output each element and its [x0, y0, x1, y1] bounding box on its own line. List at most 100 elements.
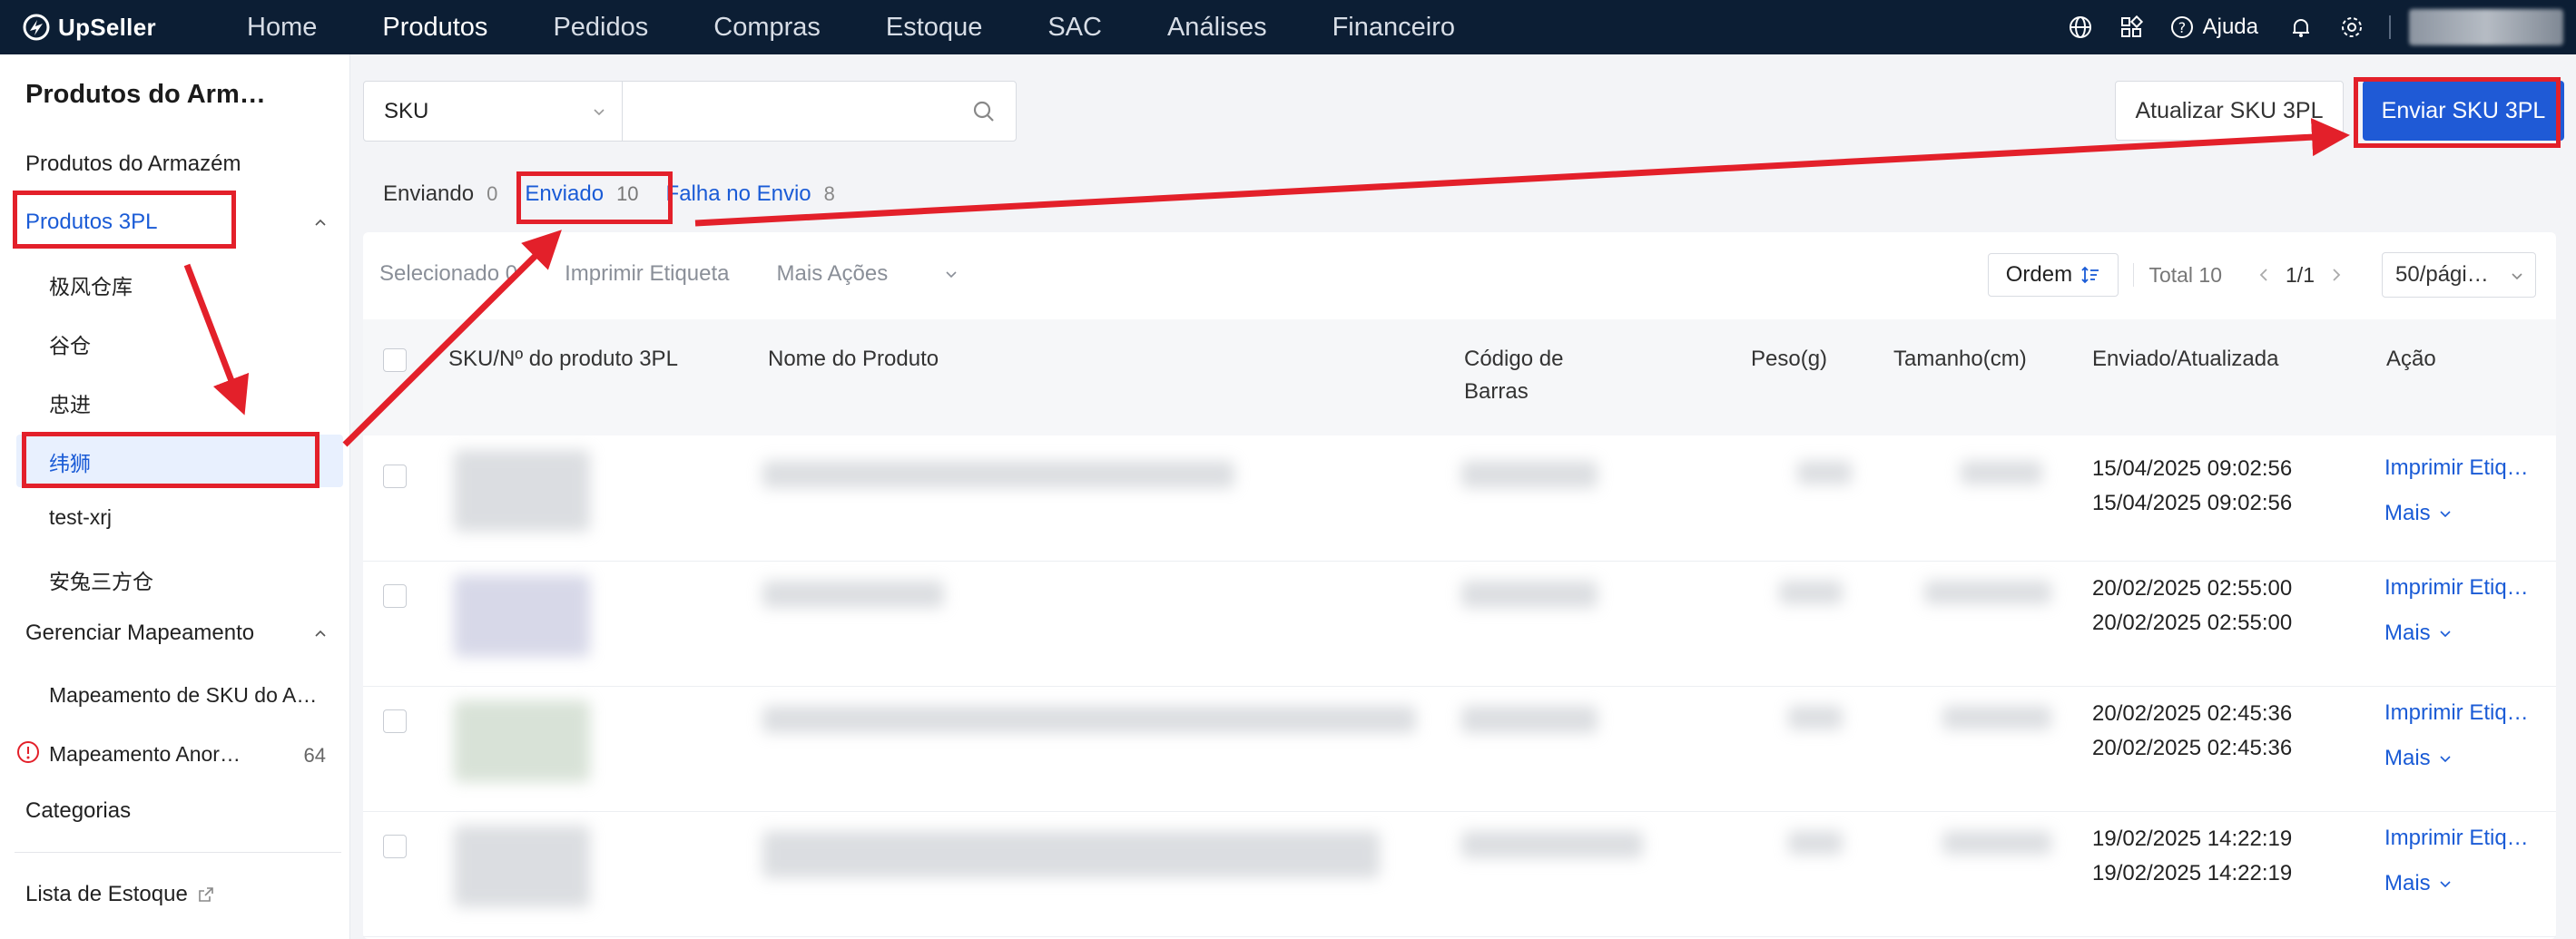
- chevron-up-icon[interactable]: [313, 215, 328, 230]
- barcode-blurred: [1461, 581, 1598, 608]
- select-all-checkbox[interactable]: [383, 348, 407, 372]
- sidebar-item-stock-list[interactable]: Lista de Estoque: [25, 882, 215, 907]
- chevron-down-icon: [2440, 756, 2451, 763]
- sidebar-title: Produtos do Arm…: [25, 80, 266, 109]
- nav-pedidos[interactable]: Pedidos: [553, 13, 648, 43]
- product-image-blurred: [454, 826, 590, 907]
- nav-produtos[interactable]: Produtos: [382, 13, 487, 43]
- sort-icon: [2081, 266, 2099, 284]
- update-sku-3pl-button[interactable]: Atualizar SKU 3PL: [2115, 81, 2344, 141]
- sidebar-subitem-sku-mapping[interactable]: Mapeamento de SKU do A…: [49, 683, 317, 708]
- row-checkbox[interactable]: [383, 465, 407, 488]
- product-image-blurred: [454, 450, 590, 532]
- help-link[interactable]: ? Ajuda: [2168, 14, 2258, 41]
- sidebar-subitem-3pl[interactable]: 谷仓: [49, 328, 91, 359]
- sidebar-subitem-abnormal-mapping[interactable]: Mapeamento Anor…: [49, 742, 241, 767]
- table-row: 19/02/2025 14:22:19 19/02/2025 14:22:19 …: [363, 811, 2556, 937]
- search-bar: SKU: [363, 81, 1017, 142]
- account-avatar[interactable]: [2409, 9, 2563, 45]
- row-checkbox[interactable]: [383, 835, 407, 858]
- barcode-blurred: [1461, 461, 1598, 488]
- row-checkbox[interactable]: [383, 584, 407, 608]
- print-label-link[interactable]: Imprimir Etiq…: [2384, 700, 2529, 726]
- sent-date: 15/04/2025 09:02:56: [2092, 456, 2293, 481]
- next-page-icon[interactable]: [2327, 266, 2345, 284]
- annotation-box-3pl-products: [13, 191, 236, 249]
- bell-icon[interactable]: [2287, 14, 2315, 41]
- brand-name: UpSeller: [58, 13, 156, 41]
- upseller-logo-icon: [23, 14, 50, 41]
- search-type-value: SKU: [384, 98, 429, 123]
- more-dropdown[interactable]: Mais: [2384, 621, 2453, 646]
- more-dropdown[interactable]: Mais: [2384, 871, 2453, 896]
- table-row: 15/04/2025 09:02:56 15/04/2025 09:02:56 …: [363, 435, 2556, 562]
- apps-grid-icon[interactable]: [2118, 14, 2145, 41]
- total-count: Total 10: [2148, 262, 2223, 287]
- selected-count: Selecionado 0: [379, 261, 518, 286]
- updated-date: 20/02/2025 02:45:36: [2092, 736, 2293, 760]
- annotation-box-selected-warehouse: [22, 432, 320, 488]
- nav-estoque[interactable]: Estoque: [886, 13, 982, 43]
- sort-order-button[interactable]: Ordem: [1988, 253, 2119, 297]
- chevron-up-icon[interactable]: [313, 626, 328, 641]
- nav-analises[interactable]: Análises: [1167, 13, 1267, 43]
- chevron-down-icon: [594, 109, 605, 116]
- sidebar-divider: [15, 852, 341, 853]
- row-checkbox[interactable]: [383, 709, 407, 733]
- brand-logo[interactable]: UpSeller: [22, 13, 203, 42]
- tab-label: Enviando: [383, 181, 475, 206]
- prev-page-icon[interactable]: [2255, 266, 2273, 284]
- products-panel: Selecionado 0 Imprimir Etiqueta Mais Açõ…: [363, 232, 2556, 939]
- print-label-link[interactable]: Imprimir Etiq…: [2384, 455, 2529, 481]
- size-blurred: [1924, 581, 2051, 604]
- sidebar-subitem-3pl[interactable]: test-xrj: [49, 505, 112, 530]
- annotation-box-send-button: [2354, 77, 2561, 148]
- sent-updated-cell: 20/02/2025 02:45:36 20/02/2025 02:45:36: [2092, 697, 2292, 766]
- gear-icon[interactable]: [2338, 14, 2365, 41]
- chevron-down-icon: [2440, 511, 2451, 518]
- page-indicator: 1/1: [2286, 262, 2315, 287]
- col-action: Ação: [2386, 347, 2436, 371]
- sent-date: 20/02/2025 02:45:36: [2092, 701, 2293, 726]
- nav-sac[interactable]: SAC: [1047, 13, 1102, 43]
- page-size-select[interactable]: 50/pági…: [2382, 252, 2536, 298]
- nav-home[interactable]: Home: [247, 13, 317, 43]
- print-label-link[interactable]: Imprimir Etiq…: [2384, 575, 2529, 601]
- product-name-blurred: [762, 706, 1416, 733]
- tab-enviando[interactable]: Enviando 0: [383, 181, 497, 207]
- barcode-blurred: [1461, 706, 1598, 733]
- abnormal-mapping-count: 64: [303, 744, 326, 767]
- col-barcode: Código de Barras: [1464, 343, 1563, 408]
- help-circle-icon: ?: [2168, 14, 2196, 41]
- more-dropdown[interactable]: Mais: [2384, 501, 2453, 526]
- more-actions-button[interactable]: Mais Ações: [777, 261, 959, 287]
- sidebar-subitem-3pl[interactable]: 极风仓库: [49, 269, 133, 300]
- search-input[interactable]: [623, 82, 952, 141]
- col-weight: Peso(g): [1751, 347, 1828, 371]
- sidebar: Produtos do Arm… Produtos do Armazém Pro…: [0, 54, 350, 939]
- search-button[interactable]: [952, 82, 1016, 141]
- nav-divider: [2389, 15, 2391, 39]
- warning-icon: [17, 741, 39, 763]
- updated-date: 20/02/2025 02:55:00: [2092, 611, 2293, 635]
- sidebar-subitem-3pl[interactable]: 安兔三方仓: [49, 564, 153, 595]
- help-label: Ajuda: [2202, 15, 2258, 39]
- globe-icon[interactable]: [2067, 14, 2094, 41]
- size-blurred: [1942, 706, 2051, 729]
- search-type-select[interactable]: SKU: [364, 82, 623, 141]
- sent-updated-cell: 19/02/2025 14:22:19 19/02/2025 14:22:19: [2092, 822, 2292, 891]
- chevron-down-icon: [2440, 881, 2451, 888]
- sidebar-item-manage-mapping[interactable]: Gerenciar Mapeamento: [25, 621, 254, 646]
- more-label: Mais: [2384, 501, 2431, 525]
- updated-date: 19/02/2025 14:22:19: [2092, 861, 2293, 885]
- nav-financeiro[interactable]: Financeiro: [1332, 13, 1455, 43]
- nav-compras[interactable]: Compras: [713, 13, 821, 43]
- sidebar-item-warehouse-products[interactable]: Produtos do Armazém: [25, 152, 241, 177]
- tab-falha-no-envio[interactable]: Falha no Envio 8: [666, 181, 835, 207]
- print-label-button[interactable]: Imprimir Etiqueta: [565, 261, 729, 287]
- sidebar-subitem-3pl[interactable]: 忠进: [49, 387, 91, 418]
- sidebar-item-categories[interactable]: Categorias: [25, 798, 131, 824]
- print-label-link[interactable]: Imprimir Etiq…: [2384, 826, 2529, 851]
- annotation-box-enviado-tab: [516, 171, 673, 224]
- more-dropdown[interactable]: Mais: [2384, 746, 2453, 771]
